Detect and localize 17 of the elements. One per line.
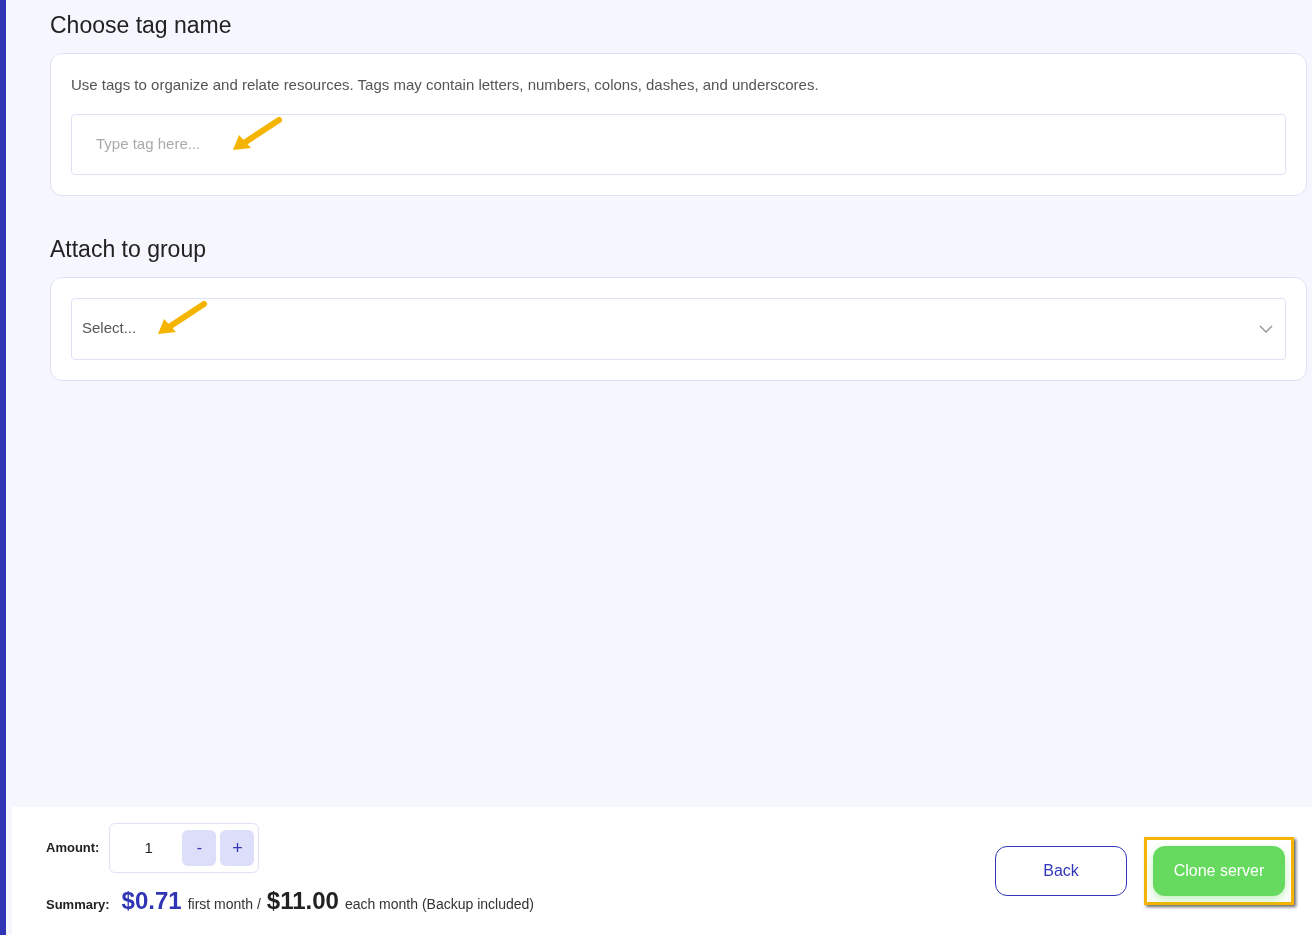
first-month-price: $0.71 — [121, 886, 182, 916]
amount-value[interactable]: 1 — [144, 836, 179, 860]
tag-description: Use tags to organize and relate resources. Tags may contain letters, numbers, colons, dashes, and underscores. — [71, 74, 820, 95]
back-button[interactable]: Back — [995, 846, 1127, 896]
decrement-button[interactable]: - — [182, 830, 217, 866]
monthly-text: each month (Backup included) — [344, 895, 534, 914]
group-select[interactable]: Select... — [71, 297, 1286, 360]
summary-label: Summary: — [46, 896, 110, 914]
section-title: Attach to group — [50, 235, 207, 264]
section-title: Choose tag name — [50, 11, 233, 40]
select-placeholder: Select... — [82, 318, 137, 339]
monthly-price: $11.00 — [266, 886, 339, 916]
tag-input-field[interactable]: Type tag here... — [96, 133, 231, 156]
increment-button[interactable]: + — [220, 830, 255, 866]
amount-label: Amount: — [46, 839, 100, 858]
chevron-down-icon — [1259, 324, 1273, 333]
first-month-text: first month / — [187, 895, 261, 914]
